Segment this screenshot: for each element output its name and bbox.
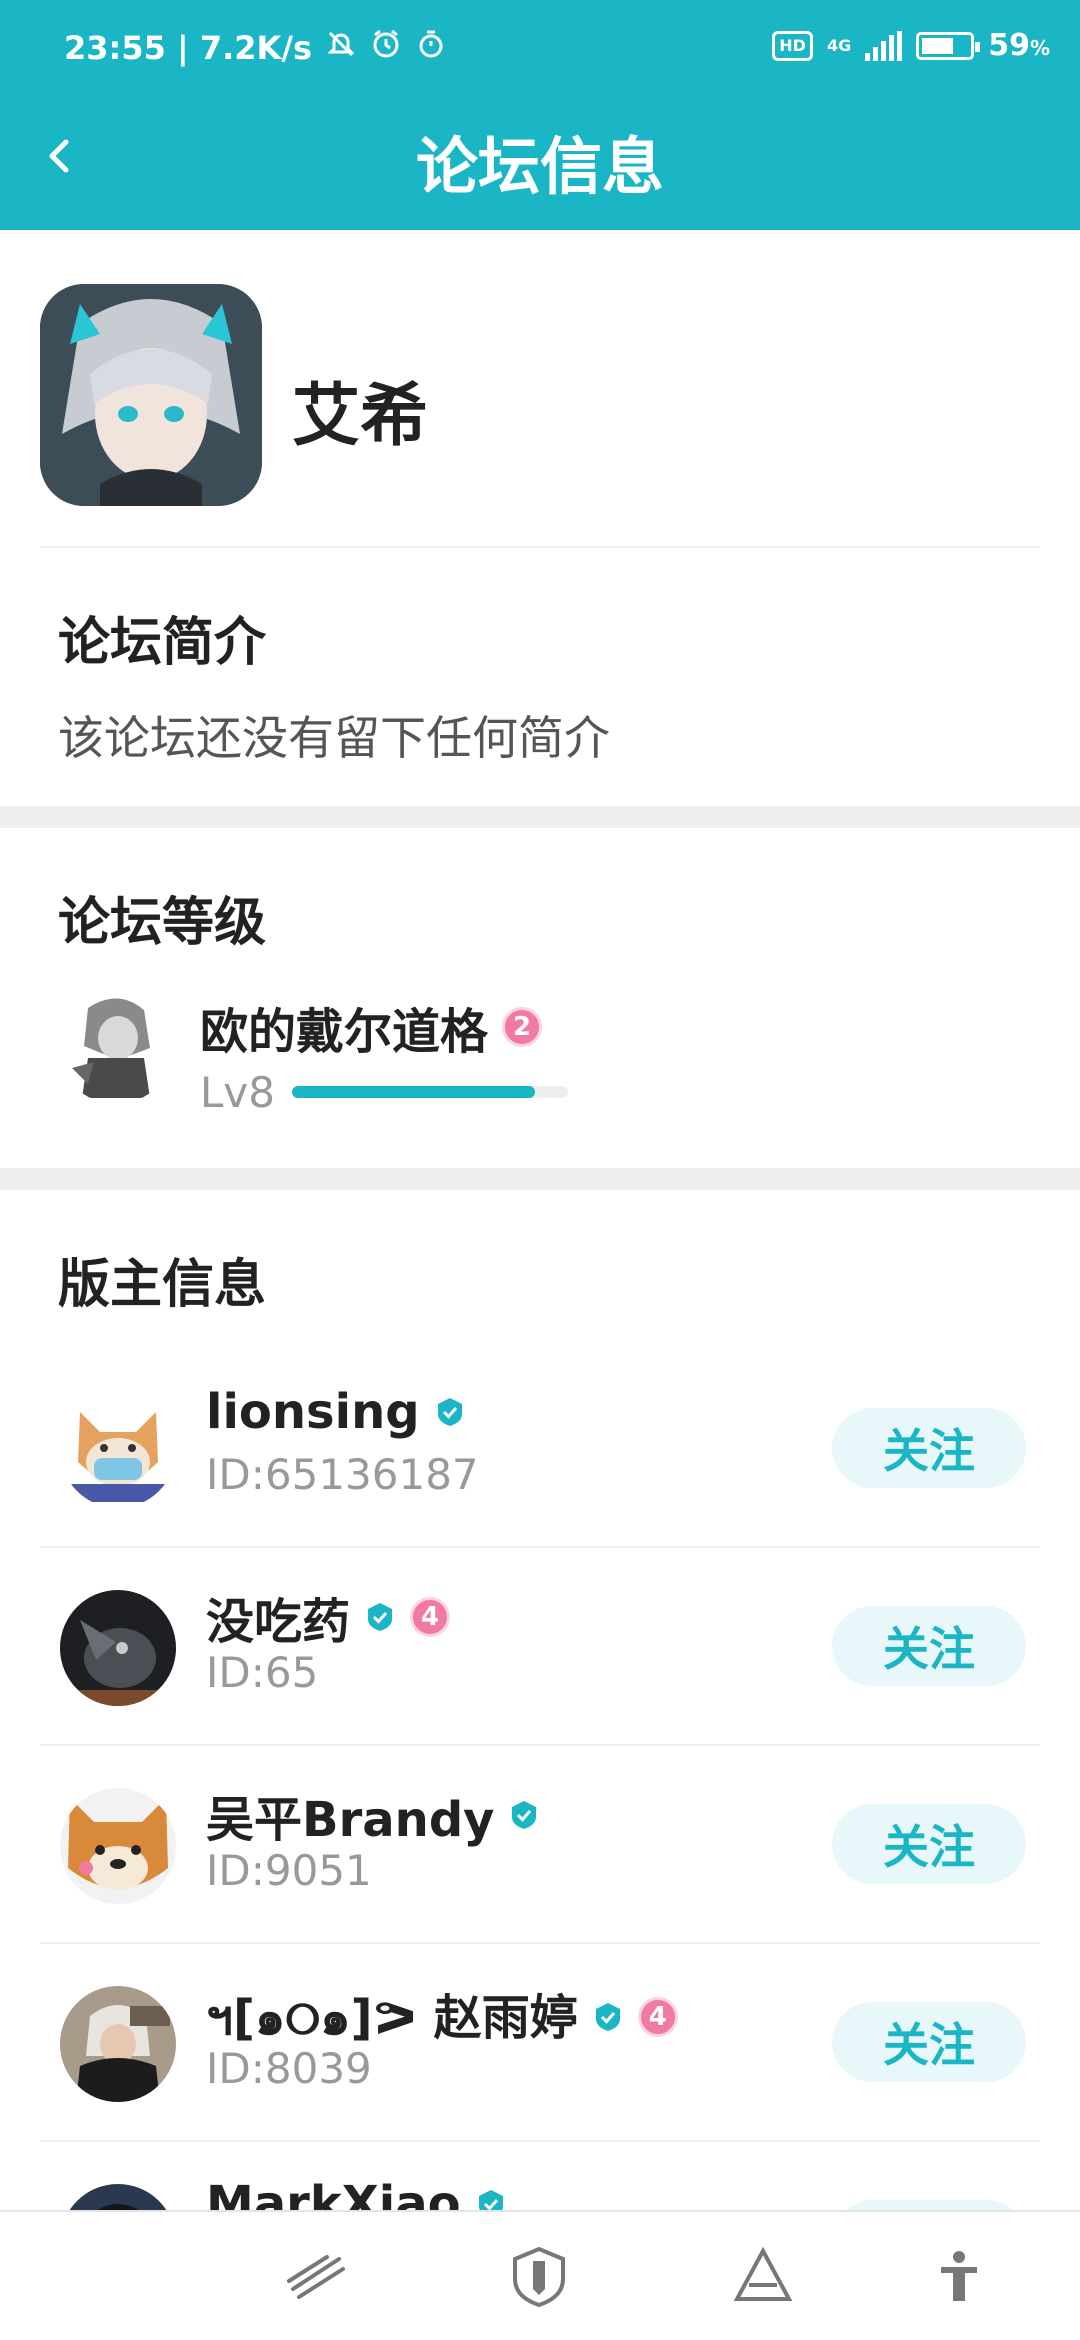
moderator-row[interactable]: lionsing ID:65136187 关注 — [0, 1350, 1080, 1548]
follow-button[interactable]: 关注 — [832, 1804, 1026, 1884]
section-separator — [0, 806, 1080, 828]
follow-button[interactable]: 关注 — [832, 1606, 1026, 1686]
triangle-icon — [733, 2246, 793, 2301]
muted-bell-icon — [326, 29, 356, 67]
forum-profile-card: 艾希 论坛简介 该论坛还没有留下任何简介 — [0, 230, 1080, 806]
nav-bar: 论坛信息 — [0, 96, 1080, 230]
level-section: 论坛等级 欧的戴尔道格 2 Lv8 — [0, 828, 1080, 1168]
moderator-avatar — [60, 2184, 176, 2210]
moderator-row[interactable]: MarkXiao 关注 — [0, 2142, 1080, 2210]
moderator-id: ID:9051 — [206, 1846, 372, 1895]
level-user: 欧的戴尔道格 2 — [200, 992, 543, 1062]
bottom-nav — [0, 2210, 1080, 2340]
moderator-avatar — [60, 1986, 176, 2102]
alarm-icon — [370, 28, 402, 68]
moderator-name: MarkXiao — [206, 2176, 461, 2210]
divider — [40, 546, 1040, 548]
section-separator — [0, 1168, 1080, 1190]
moderator-row[interactable]: 没吃药 4 ID:65 关注 — [0, 1548, 1080, 1746]
moderator-row[interactable]: ฯ[๑୦๑]ᕗ 赵雨婷 4 ID:8039 关注 — [0, 1944, 1080, 2142]
rank-badge: 4 — [410, 1597, 451, 1637]
moderator-name: 吴平Brandy — [206, 1792, 495, 1848]
moderators-section: 版主信息 lionsing ID:65136187 关注 没吃药 4 ID:65… — [0, 1190, 1080, 2210]
header-bar: 23:55 | 7.2K/s HD 4G 59% 论坛信息 — [0, 0, 1080, 230]
hd-badge: HD — [772, 30, 813, 61]
moderator-id: ID:65136187 — [206, 1450, 479, 1499]
verified-icon — [595, 2003, 620, 2031]
verified-icon — [437, 1398, 462, 1426]
level-progress-bar — [292, 1086, 568, 1098]
level-title: 论坛等级 — [58, 893, 267, 953]
moderator-avatar — [60, 1590, 176, 1706]
forum-name: 艾希 — [292, 377, 429, 456]
level-user-name: 欧的戴尔道格 — [200, 1004, 489, 1060]
follow-button[interactable]: 关注 — [832, 1408, 1026, 1488]
page-title: 论坛信息 — [415, 130, 664, 203]
intro-title: 论坛简介 — [58, 613, 267, 673]
level-progress-fill — [292, 1086, 535, 1098]
battery-level: 59 — [988, 28, 1030, 63]
person-icon — [941, 2251, 977, 2301]
follow-button[interactable]: 关注 — [832, 2002, 1026, 2082]
level-label: Lv8 — [200, 1068, 275, 1117]
nav-triangle[interactable] — [728, 2242, 798, 2312]
network-label: 4G — [826, 35, 852, 55]
battery-icon — [916, 31, 981, 60]
shield-icon — [513, 2246, 565, 2308]
moderator-name: lionsing — [206, 1384, 420, 1440]
battery-unit: % — [1029, 36, 1050, 60]
status-bar: 23:55 | 7.2K/s HD 4G 59% — [0, 0, 1080, 96]
timer-icon — [416, 29, 446, 67]
moderator-row[interactable]: 吴平Brandy ID:9051 关注 — [0, 1746, 1080, 1944]
moderator-name: 没吃药 — [206, 1594, 351, 1650]
verified-icon — [368, 1603, 393, 1631]
verified-icon — [512, 1801, 537, 1829]
status-time-speed: 23:55 | 7.2K/s — [64, 29, 313, 67]
rank-badge: 2 — [502, 1007, 543, 1047]
nav-shield[interactable] — [504, 2242, 574, 2312]
nav-person[interactable] — [924, 2242, 994, 2312]
slash-lines-icon — [287, 2255, 345, 2299]
nav-home[interactable] — [282, 2242, 352, 2312]
intro-text: 该论坛还没有留下任何简介 — [58, 711, 610, 765]
follow-button[interactable]: 关注 — [832, 2200, 1026, 2210]
moderator-id: ID:8039 — [206, 2044, 372, 2093]
moderator-avatar — [60, 1392, 176, 1508]
verified-icon — [478, 2190, 503, 2210]
moderator-id: ID:65 — [206, 1648, 319, 1697]
signal-icon — [865, 30, 903, 61]
rank-badge: 4 — [637, 1997, 678, 2037]
level-avatar — [58, 988, 174, 1104]
moderator-avatar — [60, 1788, 176, 1904]
moderators-title: 版主信息 — [58, 1255, 267, 1315]
forum-avatar — [40, 284, 262, 506]
